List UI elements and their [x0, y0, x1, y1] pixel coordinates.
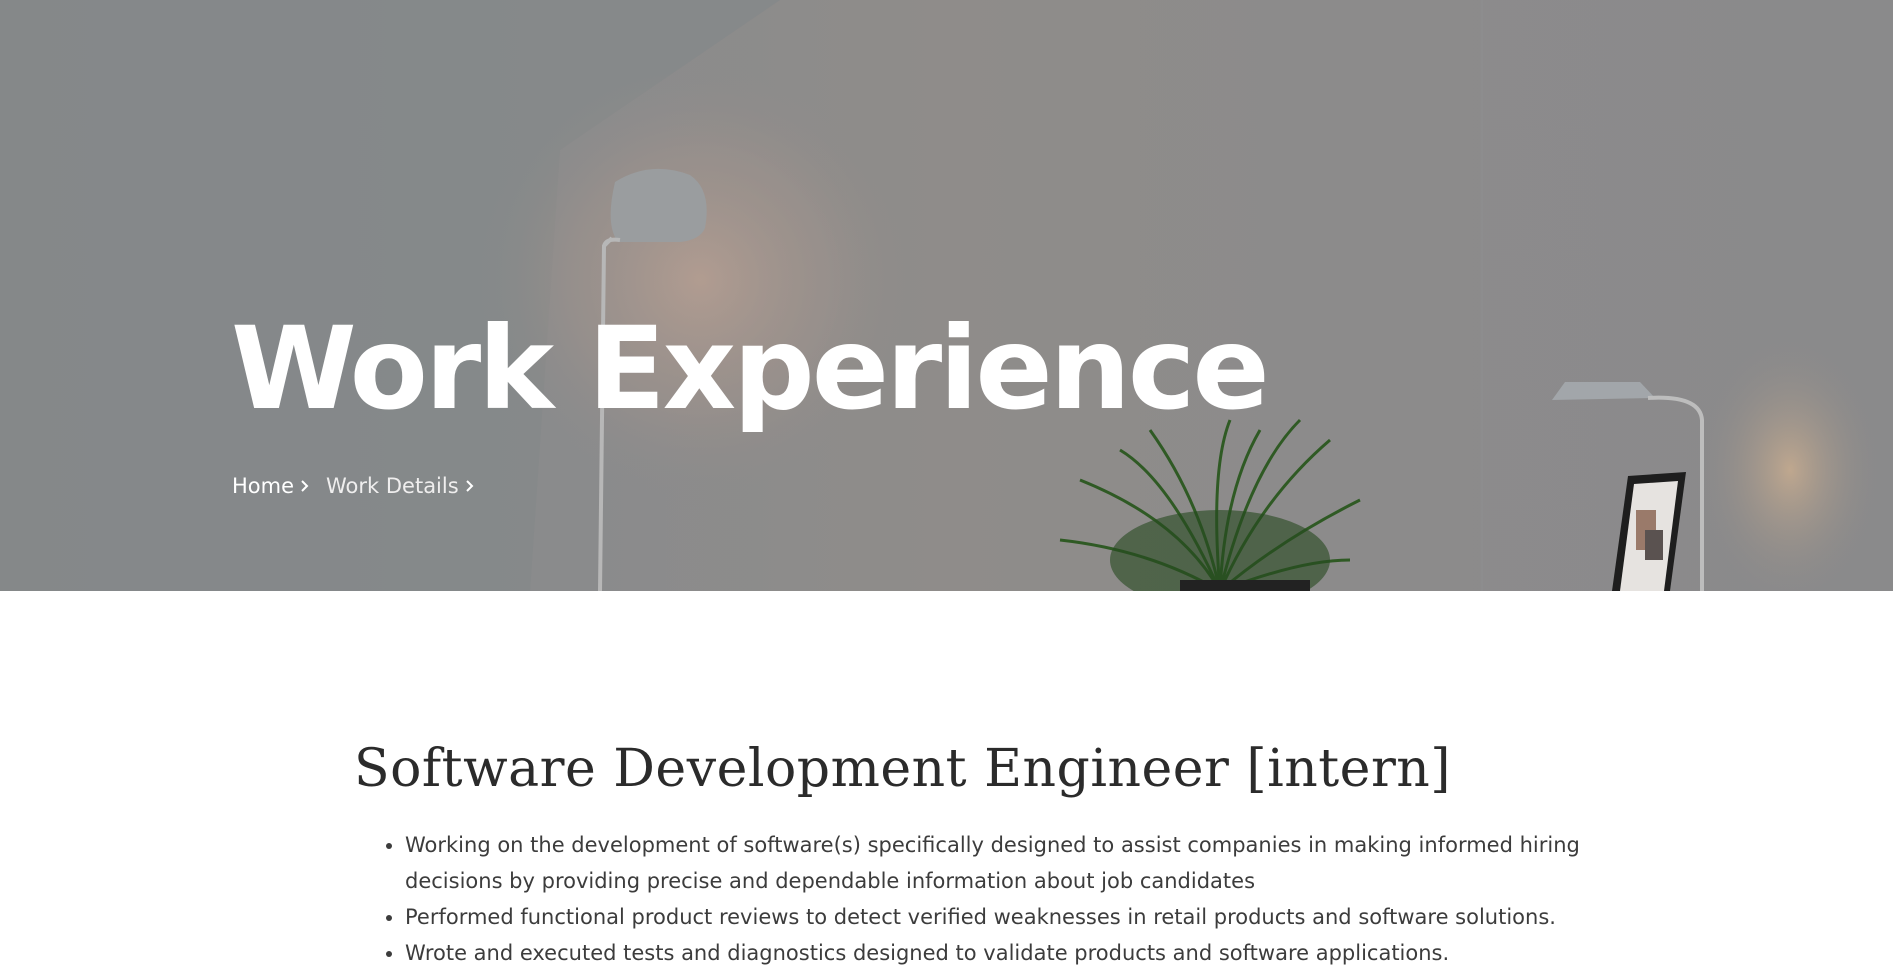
- chevron-right-icon: [301, 480, 309, 492]
- job-title: Software Development Engineer [intern]: [354, 739, 1452, 799]
- duty-item: Performed functional product reviews to …: [405, 899, 1605, 935]
- duty-item: Working on the development of software(s…: [405, 827, 1605, 899]
- work-details-section: Software Development Engineer [intern] W…: [0, 591, 1893, 968]
- breadcrumb-item-work-details[interactable]: Work Details: [326, 474, 477, 498]
- duties-list: Working on the development of software(s…: [355, 827, 1605, 971]
- page-title: Work Experience: [231, 302, 1270, 435]
- chevron-right-icon: [465, 480, 474, 492]
- breadcrumb-item-home[interactable]: Home: [232, 474, 312, 498]
- hero-background-image: [0, 0, 1893, 591]
- breadcrumb-link-home[interactable]: Home: [232, 474, 294, 498]
- hero-banner: Work Experience Home Work Details: [0, 0, 1893, 591]
- breadcrumb: Home Work Details: [232, 474, 477, 498]
- breadcrumb-link-work-details[interactable]: Work Details: [326, 474, 459, 498]
- duty-item: Wrote and executed tests and diagnostics…: [405, 935, 1605, 971]
